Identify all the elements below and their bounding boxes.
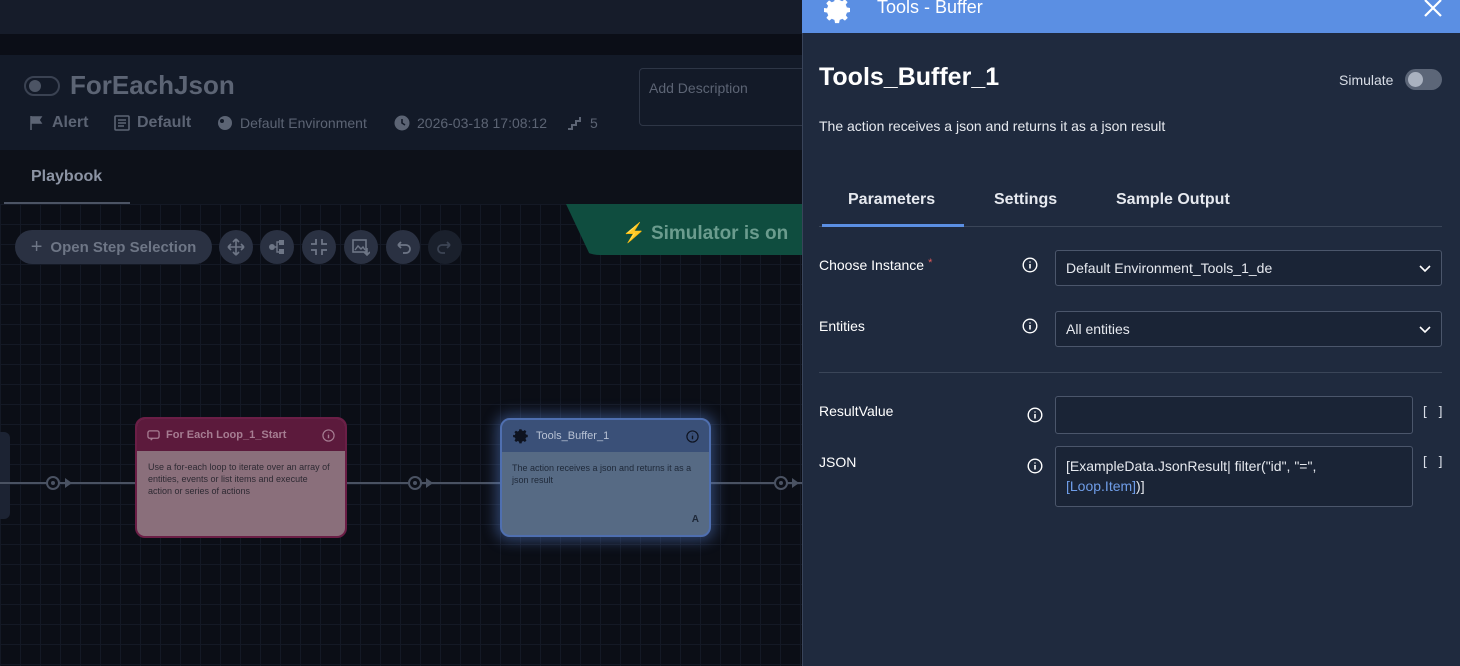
- steps-count: 5: [590, 115, 598, 131]
- document-icon: [114, 115, 130, 131]
- auto-layout-button[interactable]: [260, 230, 294, 264]
- playbook-title: ForEachJson: [70, 70, 235, 100]
- required-marker: *: [928, 257, 933, 269]
- result-value-input[interactable]: [1055, 396, 1413, 434]
- simulate-toggle[interactable]: [1405, 69, 1442, 90]
- description-field[interactable]: Add Description: [639, 68, 829, 126]
- connector-line: [711, 482, 802, 484]
- environment-meta: Default Environment: [216, 114, 367, 132]
- playbook-enable-toggle[interactable]: [24, 76, 60, 96]
- redo-button[interactable]: [428, 230, 462, 264]
- for-each-loop-node-header: For Each Loop_1_Start: [137, 419, 345, 451]
- gear-icon: [513, 429, 528, 444]
- info-icon[interactable]: [322, 428, 335, 442]
- json-expression: [ExampleData.JsonResult| filter("id", "=…: [1066, 458, 1317, 494]
- undo-button[interactable]: [386, 230, 420, 264]
- priority-label: Default: [137, 114, 192, 131]
- timestamp-meta: 2026-03-18 17:08:12: [393, 114, 547, 132]
- entities-label: Entities: [819, 318, 865, 334]
- node-badge: A: [691, 514, 699, 525]
- pan-button[interactable]: [219, 230, 253, 264]
- tab-parameters[interactable]: Parameters: [848, 191, 935, 209]
- globe-icon: [218, 116, 232, 130]
- connector-add-point[interactable]: [46, 476, 60, 490]
- for-each-loop-node-description: Use a for-each loop to iterate over an a…: [148, 462, 330, 496]
- connector-add-point[interactable]: [774, 476, 788, 490]
- loop-item-placeholder: [Loop.Item]: [1066, 478, 1137, 494]
- json-input[interactable]: [ExampleData.JsonResult| filter("id", "=…: [1055, 446, 1413, 507]
- flag-icon: [30, 116, 43, 130]
- connector-arrow: [65, 478, 72, 488]
- steps-meta: 5: [566, 114, 598, 132]
- tab-bar: [0, 150, 802, 204]
- plus-icon: +: [30, 235, 43, 258]
- info-icon[interactable]: [1027, 407, 1043, 423]
- open-step-selection-button[interactable]: + Open Step Selection: [15, 230, 212, 264]
- choose-instance-label: Choose Instance *: [819, 257, 933, 273]
- alert-meta: Alert: [28, 114, 88, 132]
- simulate-label: Simulate: [1339, 72, 1394, 88]
- panel-header-title: Tools - Buffer: [877, 0, 983, 17]
- environment-label: Default Environment: [240, 115, 367, 131]
- result-value-label: ResultValue: [819, 403, 894, 419]
- loop-icon: [147, 429, 160, 441]
- tab-sample-output[interactable]: Sample Output: [1116, 191, 1230, 209]
- connector-line: [347, 482, 500, 484]
- tools-buffer-node-description: The action receives a json and returns i…: [512, 463, 692, 485]
- insert-placeholder-button[interactable]: [ ]: [1421, 455, 1444, 470]
- tab-playbook[interactable]: Playbook: [31, 168, 102, 186]
- fit-view-button[interactable]: [302, 230, 336, 264]
- alert-label: Alert: [52, 114, 89, 131]
- step-title: Tools_Buffer_1: [819, 63, 1000, 91]
- flow-icon: [269, 240, 284, 254]
- info-icon[interactable]: [1022, 257, 1038, 273]
- tools-buffer-node[interactable]: Tools_Buffer_1 The action receives a jso…: [500, 418, 711, 537]
- tools-buffer-node-title: Tools_Buffer_1: [536, 430, 610, 442]
- active-tab-underline: [822, 224, 964, 227]
- connector-arrow: [426, 478, 433, 488]
- top-bar: [0, 0, 802, 34]
- timestamp-label: 2026-03-18 17:08:12: [417, 115, 547, 131]
- lightning-icon: ⚡: [622, 223, 646, 244]
- close-icon[interactable]: [1423, 0, 1443, 18]
- chevron-down-icon: [1419, 265, 1431, 273]
- entities-select[interactable]: All entities: [1055, 311, 1442, 347]
- tab-settings[interactable]: Settings: [994, 191, 1057, 209]
- redo-icon: [437, 241, 451, 254]
- priority-meta: Default: [113, 114, 191, 132]
- undo-icon: [397, 241, 411, 254]
- insert-placeholder-button[interactable]: [ ]: [1421, 405, 1444, 420]
- choose-instance-select[interactable]: Default Environment_Tools_1_de: [1055, 250, 1442, 286]
- for-each-loop-node-title: For Each Loop_1_Start: [166, 429, 287, 441]
- move-icon: [227, 238, 245, 256]
- connector-add-point[interactable]: [408, 476, 422, 490]
- chevron-down-icon: [1419, 326, 1431, 334]
- section-divider: [819, 372, 1442, 373]
- gear-icon: [824, 0, 850, 24]
- connector-arrow: [792, 478, 799, 488]
- info-icon[interactable]: [686, 429, 699, 443]
- tools-buffer-node-header: Tools_Buffer_1: [502, 420, 709, 452]
- info-icon[interactable]: [1022, 318, 1038, 334]
- simulator-banner-text: ⚡ Simulator is on: [622, 223, 789, 244]
- for-each-loop-node[interactable]: For Each Loop_1_Start Use a for-each loo…: [135, 417, 347, 538]
- clock-icon: [394, 115, 410, 131]
- collapse-icon: [311, 239, 327, 255]
- export-image-button[interactable]: [344, 230, 378, 264]
- stairs-icon: [568, 117, 581, 130]
- info-icon[interactable]: [1027, 458, 1043, 474]
- image-download-icon: [352, 239, 370, 256]
- json-label: JSON: [819, 454, 857, 470]
- previous-node-edge[interactable]: [0, 432, 10, 519]
- step-description: The action receives a json and returns i…: [819, 118, 1166, 134]
